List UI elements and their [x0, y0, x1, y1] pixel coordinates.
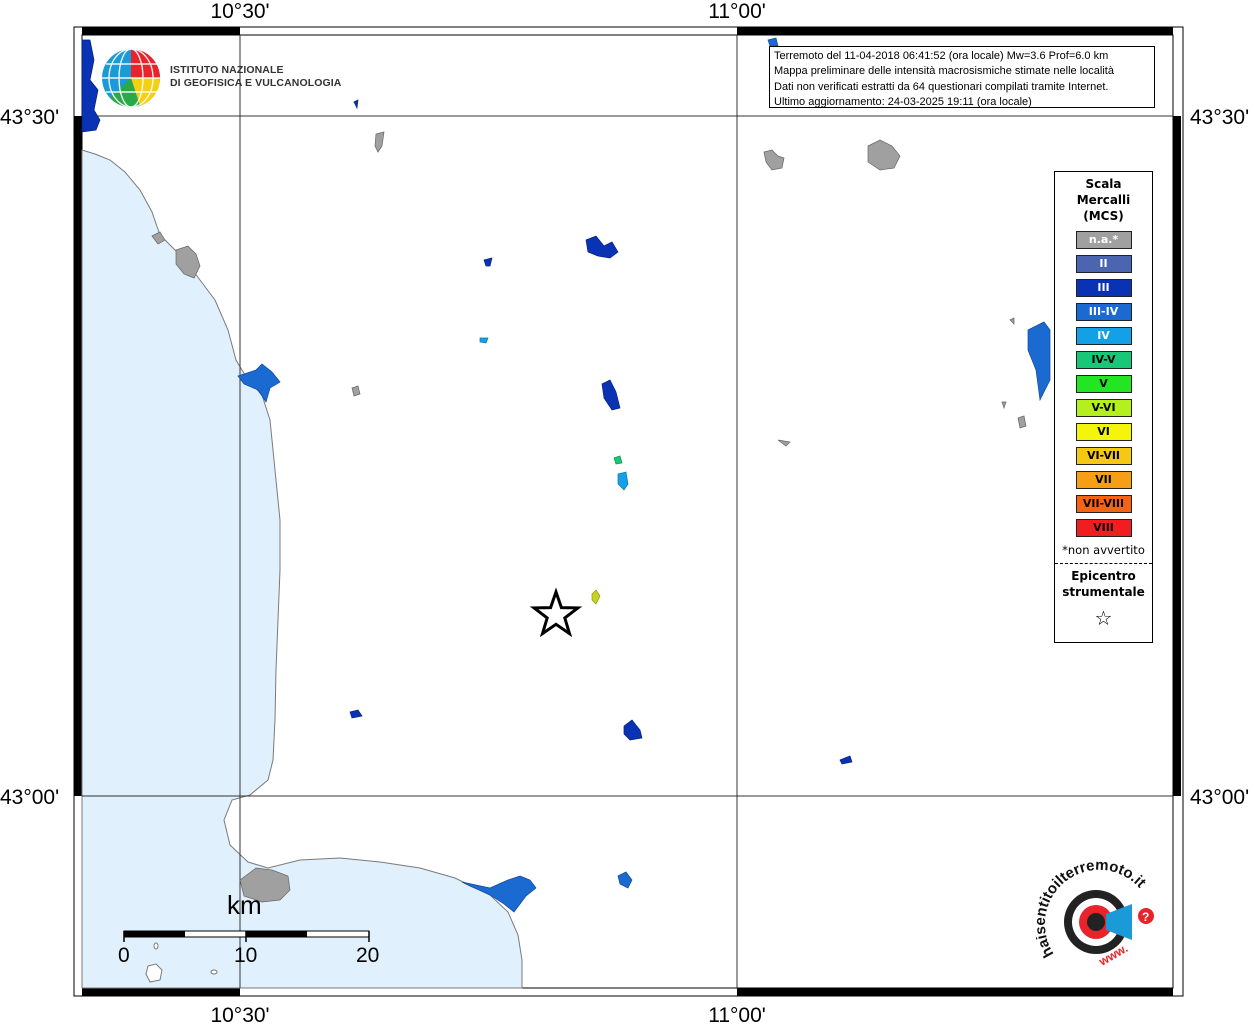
legend-epicentre-line-1: Epicentro — [1071, 569, 1136, 583]
legend-separator — [1055, 563, 1152, 564]
scale-unit: km — [227, 890, 262, 920]
legend-title-line-3: (MCS) — [1083, 209, 1124, 223]
scale-tick-0: 0 — [118, 944, 130, 967]
legend-item: V — [1075, 375, 1132, 393]
logo-line-2: DI GEOFISICA E VULCANOLOGIA — [170, 77, 342, 89]
legend-item: VI — [1075, 423, 1132, 441]
legend-star-icon: ☆ — [1094, 606, 1113, 630]
lat-label-left-4330: 43°30' — [0, 106, 59, 129]
lon-label-bottom-1030: 10°30' — [210, 1004, 269, 1024]
legend-item: VI-VII — [1075, 447, 1132, 465]
scale-tick-20: 20 — [356, 944, 380, 967]
legend-title-line-1: Scala — [1085, 177, 1122, 191]
legend-item: IV-V — [1075, 351, 1132, 369]
ingv-logo-text: ISTITUTO NAZIONALE DI GEOFISICA E VULCAN… — [170, 64, 341, 90]
legend-item: V-VI — [1075, 399, 1132, 417]
lat-label-right-4300: 43°00' — [1190, 786, 1249, 809]
lon-label-top-1030: 10°30' — [210, 0, 269, 23]
lon-label-top-1100: 11°00' — [708, 0, 766, 23]
legend-item: VII — [1075, 471, 1132, 489]
legend-epicentre-line-2: strumentale — [1062, 585, 1145, 599]
ingv-logo-icon — [102, 48, 161, 108]
info-line-2: Mappa preliminare delle intensità macros… — [774, 65, 1114, 78]
legend-title-line-2: Mercalli — [1076, 193, 1131, 207]
legend-item: VIII — [1075, 519, 1132, 537]
legend-item: VII-VIII — [1075, 495, 1132, 513]
info-line-1: Terremoto del 11-04-2018 06:41:52 (ora l… — [774, 50, 1109, 62]
legend-items: n.a.* II III III-IV IV IV-V V V-VI VI VI-VII VII VI… — [1055, 231, 1152, 537]
legend-item: n.a.* — [1075, 231, 1132, 249]
legend-item: II — [1075, 255, 1132, 273]
legend-epicentre: Epicentro strumentale — [1055, 568, 1152, 600]
scale-tick-10: 10 — [234, 944, 258, 967]
legend-item: III-IV — [1075, 303, 1132, 321]
event-info-box: Terremoto del 11-04-2018 06:41:52 (ora l… — [769, 46, 1155, 108]
logo-line-1: ISTITUTO NAZIONALE — [170, 64, 284, 76]
legend: Scala Mercalli (MCS) n.a.* II III III-IV IV I… — [1054, 171, 1153, 643]
legend-note: *non avvertito — [1062, 543, 1145, 557]
legend-title: Scala Mercalli (MCS) — [1055, 176, 1152, 224]
lat-label-right-4330: 43°30' — [1190, 106, 1249, 129]
legend-item: IV — [1075, 327, 1132, 345]
lon-label-bottom-1100: 11°00' — [708, 1004, 766, 1024]
hsit-badge-icon: haisentitoilterremoto.it ? www. — [1036, 857, 1154, 969]
info-line-3: Dati non verificati estratti da 64 quest… — [774, 80, 1109, 93]
svg-text:?: ? — [1142, 910, 1149, 924]
lat-label-left-4300: 43°00' — [0, 786, 59, 809]
legend-item: III — [1075, 279, 1132, 297]
info-line-4: Ultimo aggiornamento: 24-03-2025 19:11 (… — [774, 95, 1032, 108]
